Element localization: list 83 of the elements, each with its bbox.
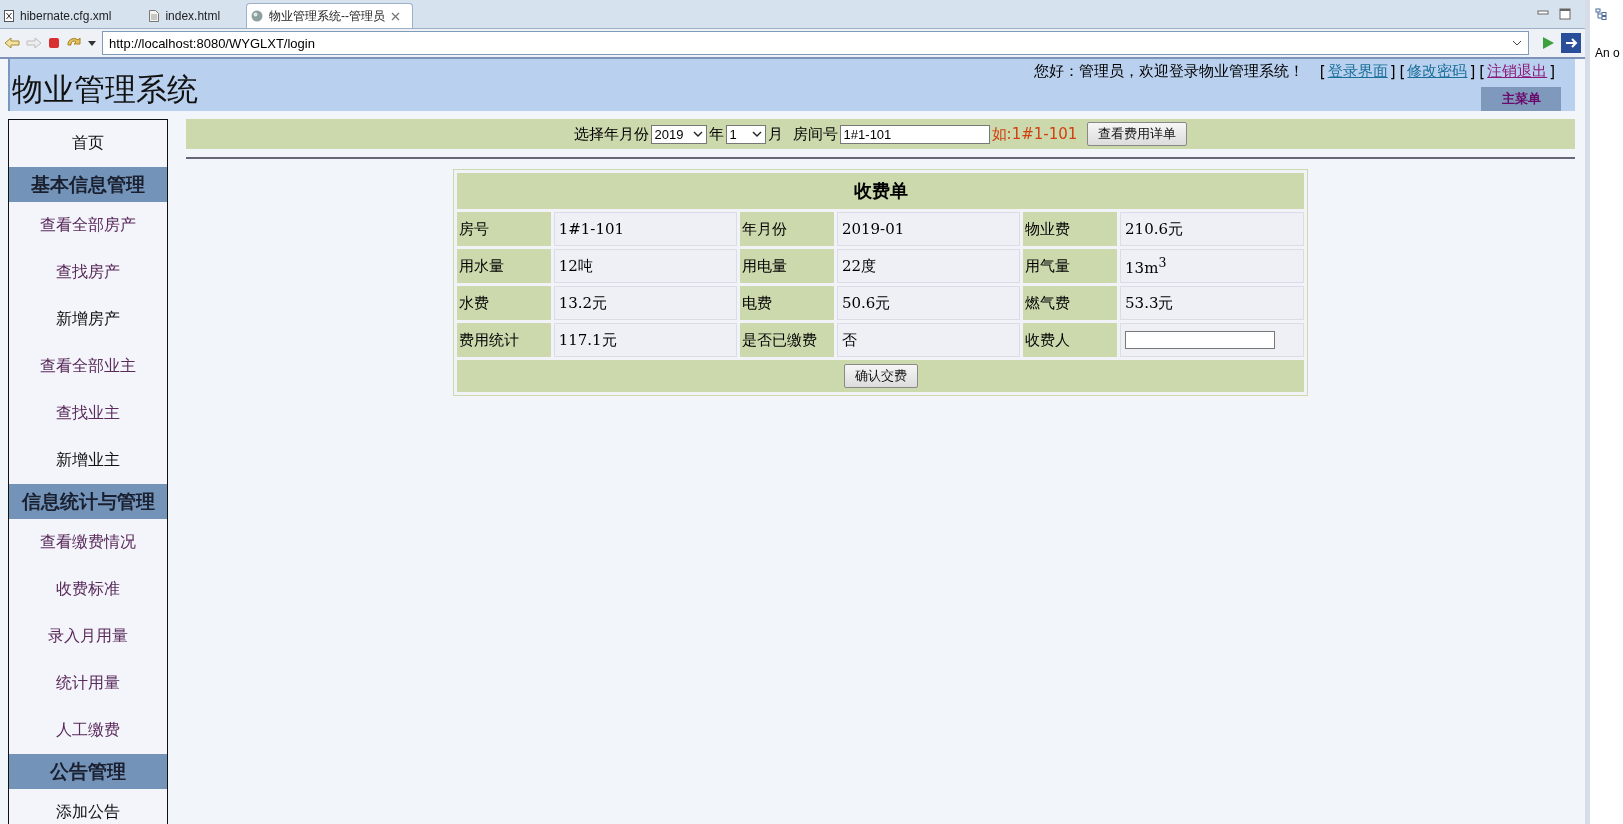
url-field[interactable]: http://localhost:8080/WYGLXT/login bbox=[102, 31, 1529, 55]
export-icon[interactable] bbox=[1561, 33, 1581, 53]
value-cell: 13.2元 bbox=[553, 286, 738, 320]
confirm-payment-button[interactable]: 确认交费 bbox=[843, 364, 918, 388]
link-bracket: ] bbox=[1469, 62, 1476, 81]
label-cell: 房号 bbox=[457, 212, 551, 246]
label-cell: 用气量 bbox=[1023, 249, 1118, 283]
sidebar-link[interactable]: 新增业主 bbox=[9, 437, 167, 484]
label-cell: 电费 bbox=[740, 286, 834, 320]
label-cell: 年月份 bbox=[740, 212, 834, 246]
collector-field[interactable] bbox=[1125, 331, 1276, 350]
sidebar-link[interactable]: 查看全部业主 bbox=[9, 343, 167, 390]
sidebar-heading: 基本信息管理 bbox=[9, 167, 167, 202]
year-unit: 年 bbox=[708, 124, 724, 144]
sidebar-link[interactable]: 添加公告 bbox=[9, 789, 167, 824]
month-label: 选择年月份 bbox=[573, 124, 649, 144]
chevron-down-icon[interactable] bbox=[1512, 40, 1522, 46]
label-cell: 燃气费 bbox=[1023, 286, 1118, 320]
value-cell: 22度 bbox=[836, 249, 1021, 283]
minimize-icon[interactable] bbox=[1537, 8, 1549, 18]
globe-icon bbox=[251, 10, 264, 22]
play-icon[interactable] bbox=[1541, 36, 1555, 50]
label-cell: 收费人 bbox=[1023, 323, 1118, 357]
header-link[interactable]: 修改密码 bbox=[1407, 62, 1468, 81]
link-bracket: [ bbox=[1319, 62, 1326, 81]
sidebar-link[interactable]: 查找房产 bbox=[9, 249, 167, 296]
label-cell: 是否已缴费 bbox=[740, 323, 834, 357]
header-link[interactable]: 登录界面 bbox=[1327, 62, 1388, 81]
browser-tab[interactable]: hibernate.cfg.xml bbox=[0, 4, 124, 28]
panel-text: An o bbox=[1595, 46, 1621, 60]
sidebar-link[interactable]: 查看缴费情况 bbox=[9, 519, 167, 566]
label-cell: 用水量 bbox=[457, 249, 551, 283]
sidebar-link[interactable]: 查找业主 bbox=[9, 390, 167, 437]
stop-icon[interactable] bbox=[48, 37, 60, 49]
greeting-text: 您好：管理员，欢迎登录物业管理系统！ bbox=[1033, 62, 1304, 81]
room-hint: 如:1#1-101 bbox=[991, 124, 1078, 144]
close-icon[interactable] bbox=[391, 11, 401, 21]
chevron-down-icon bbox=[751, 131, 762, 137]
browser-tab[interactable]: index.html bbox=[145, 4, 233, 28]
link-bracket: ] bbox=[1549, 62, 1555, 81]
label-cell: 水费 bbox=[457, 286, 551, 320]
maximize-icon[interactable] bbox=[1559, 8, 1571, 20]
chevron-down-icon bbox=[692, 131, 703, 137]
value-cell: 12吨 bbox=[553, 249, 738, 283]
month-unit: 月 bbox=[767, 124, 783, 144]
main-menu-button[interactable]: 主菜单 bbox=[1481, 87, 1561, 111]
sidebar-link[interactable]: 统计用量 bbox=[9, 660, 167, 707]
document-icon bbox=[149, 10, 160, 22]
label-cell: 物业费 bbox=[1023, 212, 1118, 246]
label-cell: 费用统计 bbox=[457, 323, 551, 357]
room-field[interactable]: 1#1-101 bbox=[839, 124, 990, 144]
sidebar-link[interactable]: 新增房产 bbox=[9, 296, 167, 343]
file-icon bbox=[4, 10, 14, 22]
value-cell: 210.6元 bbox=[1120, 212, 1304, 246]
room-label: 房间号 bbox=[792, 124, 838, 144]
view-details-button[interactable]: 查看费用详单 bbox=[1087, 122, 1188, 146]
value-cell: 50.6元 bbox=[836, 286, 1021, 320]
value-cell: 117.1元 bbox=[553, 323, 738, 357]
sidebar-link[interactable]: 查看全部房产 bbox=[9, 202, 167, 249]
sidebar-link[interactable]: 首页 bbox=[9, 120, 167, 167]
year-select[interactable]: 2019 bbox=[650, 124, 707, 144]
dropdown-caret-icon[interactable] bbox=[88, 40, 96, 46]
link-bracket: ] bbox=[1389, 62, 1396, 81]
sidebar-heading: 信息统计与管理 bbox=[9, 484, 167, 519]
back-icon[interactable] bbox=[4, 37, 20, 49]
link-bracket: [ bbox=[1399, 62, 1406, 81]
link-bracket: [ bbox=[1479, 62, 1486, 81]
sidebar-link[interactable]: 人工缴费 bbox=[9, 707, 167, 754]
site-title: 物业管理系统 bbox=[11, 70, 198, 109]
month-select[interactable]: 1 bbox=[725, 124, 766, 144]
value-cell: 53.3元 bbox=[1120, 286, 1304, 320]
sidebar-heading: 公告管理 bbox=[9, 754, 167, 789]
header-link[interactable]: 注销退出 bbox=[1487, 62, 1548, 81]
value-cell: 否 bbox=[836, 323, 1021, 357]
outline-icon bbox=[1595, 8, 1607, 20]
value-cell: 2019-01 bbox=[836, 212, 1021, 246]
sidebar-link[interactable]: 收费标准 bbox=[9, 566, 167, 613]
sidebar-link[interactable]: 录入月用量 bbox=[9, 613, 167, 660]
browser-tab[interactable]: 物业管理系统--管理员 bbox=[246, 3, 414, 28]
bill-title: 收费单 bbox=[457, 173, 1304, 209]
label-cell: 用电量 bbox=[740, 249, 834, 283]
value-cell: 1#1-101 bbox=[553, 212, 738, 246]
value-cell: 13m$^{3}$ bbox=[1120, 249, 1304, 283]
